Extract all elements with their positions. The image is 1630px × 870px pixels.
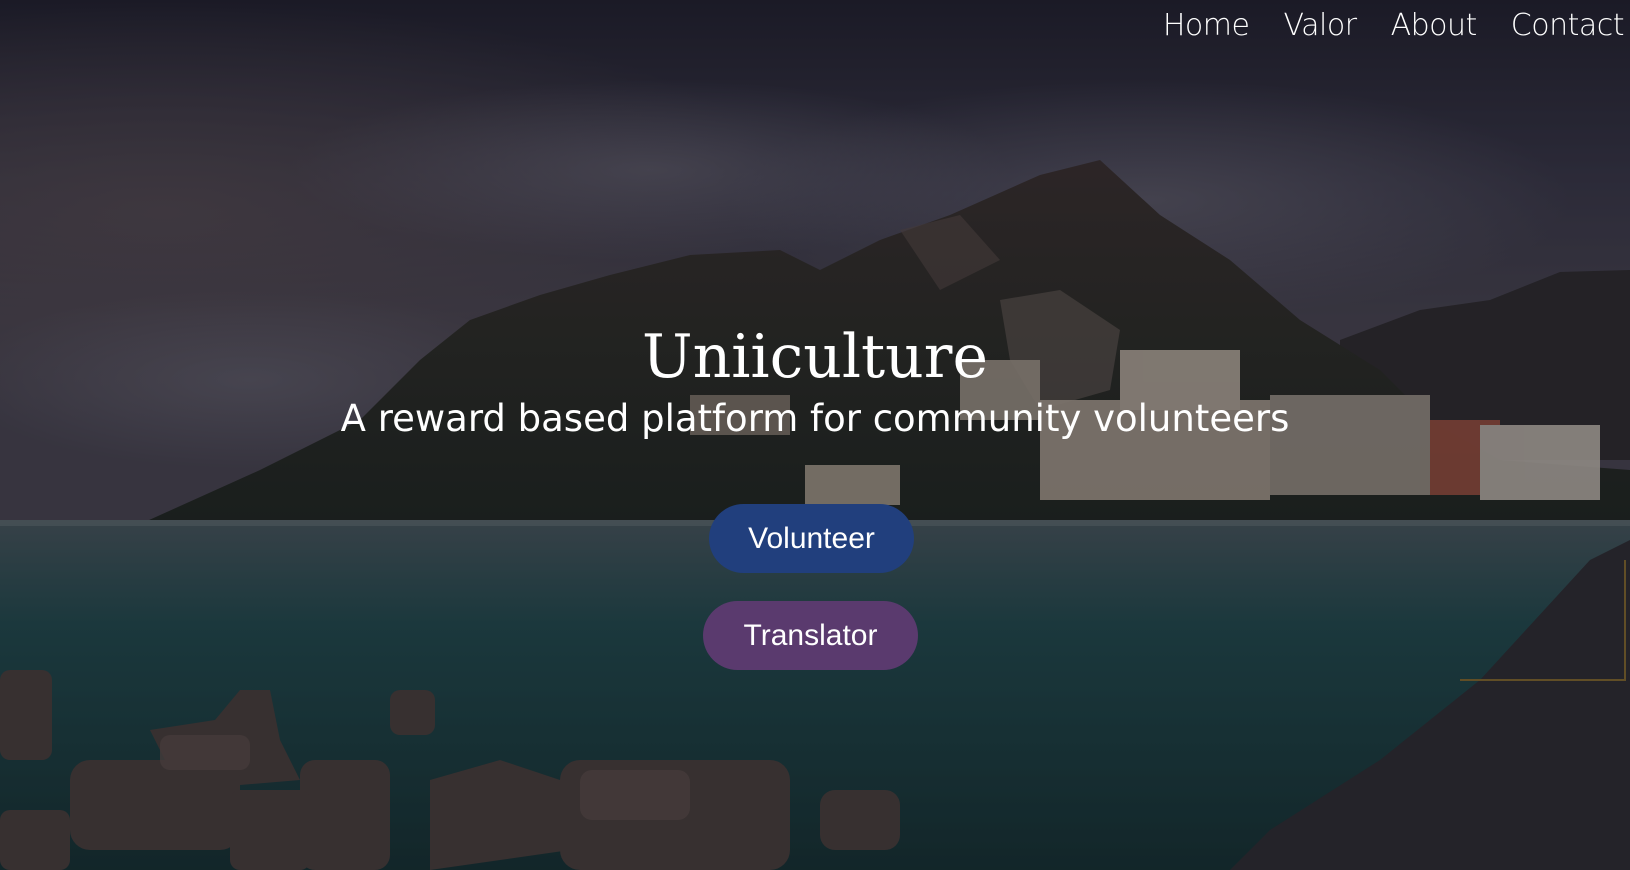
translator-button[interactable]: Translator (703, 601, 918, 670)
site-tagline: A reward based platform for community vo… (340, 397, 1290, 440)
hero-section: Home Valor About Contact Uniiculture A r… (0, 0, 1630, 870)
nav-home-link[interactable]: Home (1163, 4, 1250, 48)
top-navigation: Home Valor About Contact (1163, 4, 1625, 48)
nav-valor-link[interactable]: Valor (1283, 4, 1357, 48)
nav-contact-link[interactable]: Contact (1511, 4, 1625, 48)
nav-about-link[interactable]: About (1391, 4, 1478, 48)
volunteer-button[interactable]: Volunteer (709, 504, 914, 573)
site-title: Uniiculture (642, 322, 988, 392)
